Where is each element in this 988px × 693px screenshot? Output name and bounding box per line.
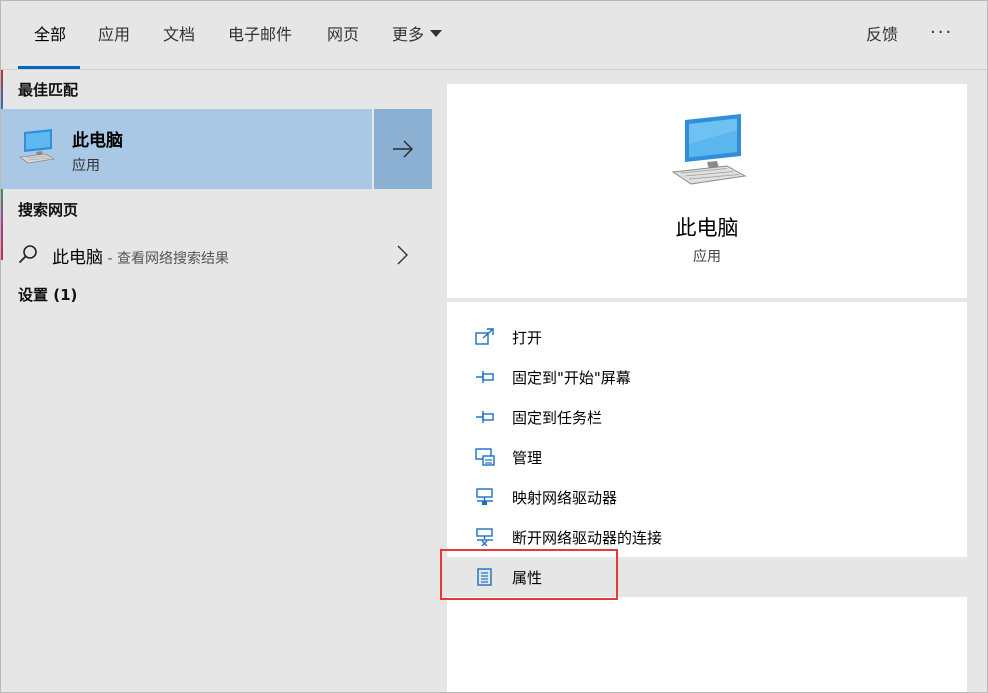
action-map-drive-label: 映射网络驱动器: [512, 489, 618, 507]
action-manage-label: 管理: [512, 449, 543, 467]
action-pin-taskbar-label: 固定到任务栏: [512, 409, 603, 427]
open-icon: [475, 328, 495, 350]
web-result-suffix: - 查看网络搜索结果: [103, 251, 229, 267]
detail-app-name: 此电脑: [675, 216, 739, 240]
web-result-query: 此电脑: [52, 248, 103, 268]
search-web-heading: 搜索网页: [18, 201, 79, 219]
search-icon: [18, 244, 38, 268]
action-open[interactable]: 打开: [447, 317, 967, 357]
web-search-result[interactable]: 此电脑 - 查看网络搜索结果: [0, 236, 432, 274]
pin-icon: [475, 368, 495, 390]
chevron-down-icon: [430, 30, 443, 37]
action-properties[interactable]: 属性: [447, 557, 967, 597]
pin-icon: [475, 408, 495, 430]
computer-icon: [671, 114, 747, 190]
feedback-button[interactable]: 反馈: [866, 24, 898, 46]
action-disconnect-drive[interactable]: 断开网络驱动器的连接: [447, 517, 967, 557]
action-properties-label: 属性: [512, 569, 543, 587]
best-match-type: 应用: [72, 158, 100, 174]
properties-icon: [475, 568, 495, 590]
action-pin-start[interactable]: 固定到"开始"屏幕: [447, 357, 967, 397]
tab-all[interactable]: 全部: [34, 24, 66, 46]
tab-apps[interactable]: 应用: [98, 24, 130, 46]
manage-icon: [475, 448, 495, 470]
tab-email[interactable]: 电子邮件: [228, 24, 292, 46]
action-disconnect-drive-label: 断开网络驱动器的连接: [512, 529, 663, 547]
tab-web[interactable]: 网页: [327, 24, 359, 46]
disconnect-drive-icon: [475, 528, 495, 550]
action-manage[interactable]: 管理: [447, 437, 967, 477]
results-pane: 最佳匹配 此电脑 应用 搜索网页 此电脑 - 查看网络搜索结果 设置 (1): [0, 70, 432, 693]
best-match-heading: 最佳匹配: [18, 81, 79, 99]
map-drive-icon: [475, 488, 495, 510]
detail-app-type: 应用: [693, 249, 721, 265]
more-options-button[interactable]: ···: [930, 22, 953, 43]
best-match-name: 此电脑: [72, 131, 123, 151]
action-open-label: 打开: [512, 329, 543, 347]
search-filter-bar: 全部 应用 文档 电子邮件 网页 更多 反馈 ···: [0, 0, 988, 70]
computer-icon: [18, 129, 56, 169]
best-match-item[interactable]: 此电脑 应用: [0, 109, 372, 189]
web-result-label: 此电脑 - 查看网络搜索结果: [52, 243, 229, 268]
tab-more-label: 更多: [392, 25, 425, 44]
open-details-button[interactable]: [372, 109, 432, 189]
settings-heading[interactable]: 设置 (1): [18, 285, 77, 305]
action-pin-start-label: 固定到"开始"屏幕: [512, 369, 631, 387]
tab-documents[interactable]: 文档: [163, 24, 195, 46]
action-map-drive[interactable]: 映射网络驱动器: [447, 477, 967, 517]
tab-more[interactable]: 更多: [392, 24, 443, 46]
active-tab-indicator: [18, 66, 80, 69]
arrow-right-icon: [393, 140, 413, 158]
action-pin-taskbar[interactable]: 固定到任务栏: [447, 397, 967, 437]
chevron-right-icon: [396, 244, 408, 270]
app-preview-card: 此电脑 应用: [447, 84, 967, 298]
